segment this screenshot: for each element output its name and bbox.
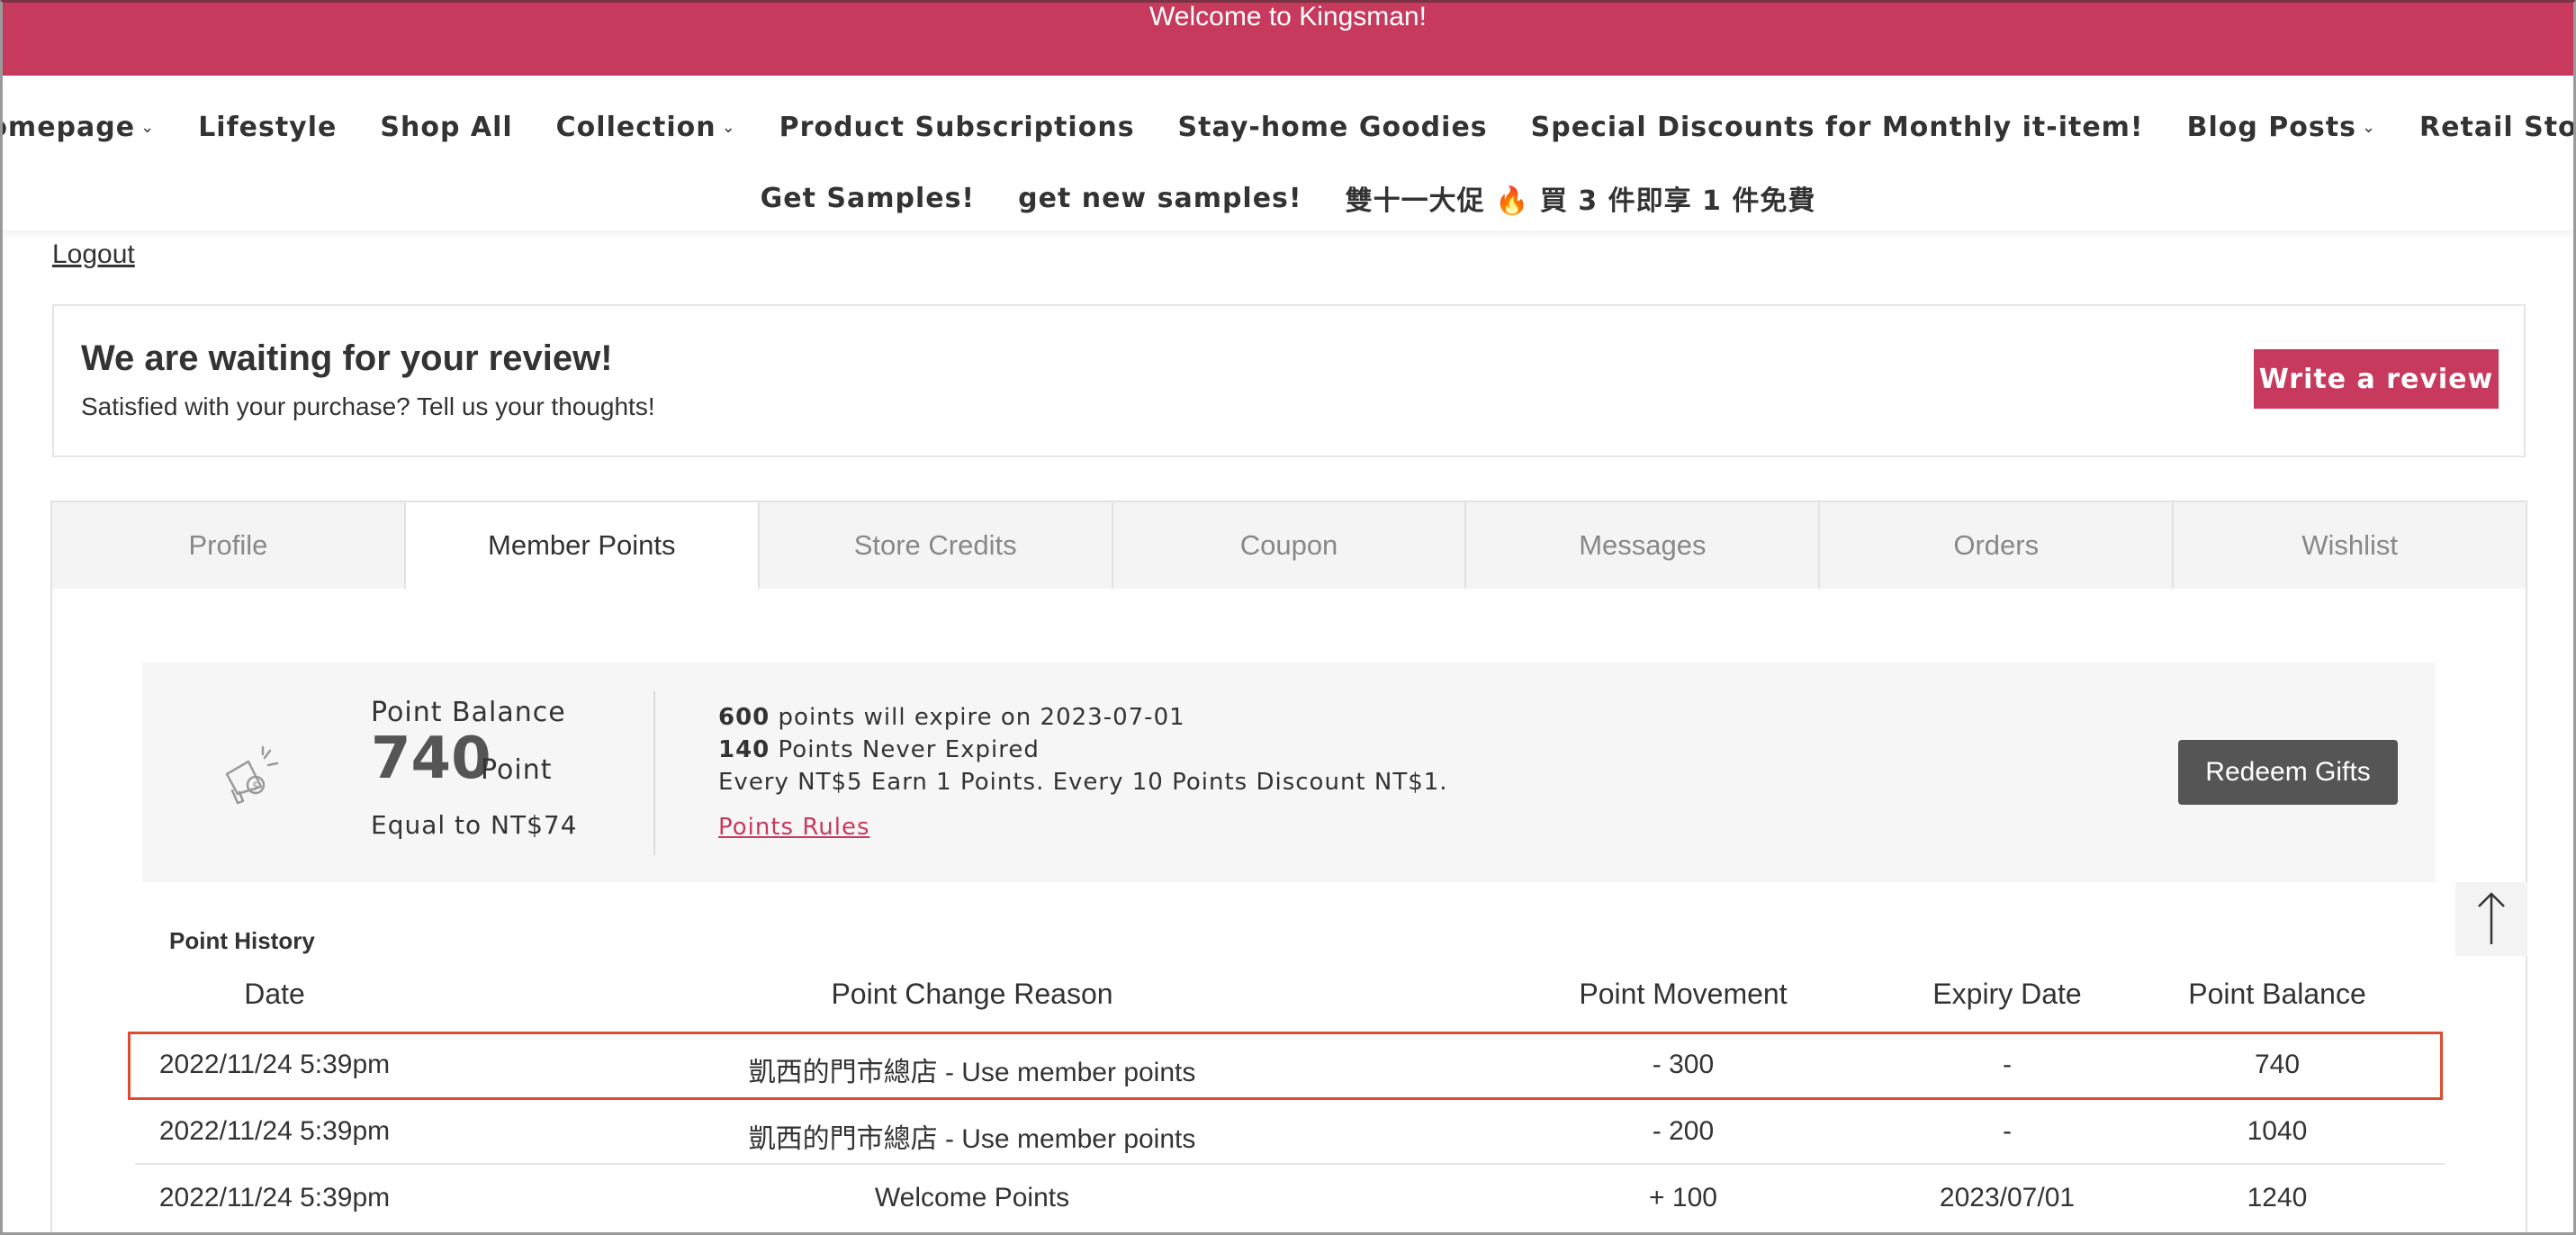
nav-item-label: 雙十一大促 🔥 買 3 件即享 1 件免費 — [1345, 185, 1816, 217]
point-equivalent: Equal to NT$74 — [371, 810, 578, 840]
cell-movement: + 100 — [1649, 1183, 1717, 1212]
back-to-top-button[interactable] — [2455, 882, 2527, 956]
nav-item-get-samples[interactable]: Get Samples! — [761, 178, 976, 218]
nav-item-label: Retail Store — [2419, 112, 2576, 143]
main-navigation: Homepage⌄ Lifestyle Shop All Collection⌄… — [0, 76, 2576, 230]
expiring-points-line: 600 points will expire on 2023-07-01 — [718, 704, 1185, 731]
header-expiry: Expiry Date — [1932, 978, 2082, 1010]
table-row: 2022/11/24 5:39pm Welcome Points + 100 2… — [135, 1167, 2445, 1231]
megaphone-icon: $ — [225, 745, 279, 805]
nav-item-label: Product Subscriptions — [779, 112, 1135, 143]
redeem-gifts-button[interactable]: Redeem Gifts — [2178, 740, 2398, 805]
tab-messages[interactable]: Messages — [1466, 502, 1821, 589]
point-balance-card: $ Point Balance 740 Point Equal to NT$74… — [142, 663, 2436, 882]
nav-item-product-subscriptions[interactable]: Product Subscriptions — [779, 112, 1135, 143]
points-rules-link[interactable]: Points Rules — [718, 814, 870, 841]
cell-expiry: - — [2003, 1050, 2012, 1079]
earn-rule-text: Every NT$5 Earn 1 Points. Every 10 Point… — [718, 769, 1448, 796]
cell-expiry: 2023/07/01 — [1939, 1183, 2076, 1212]
logout-link[interactable]: Logout — [52, 239, 135, 270]
nav-row-primary: Homepage⌄ Lifestyle Shop All Collection⌄… — [0, 112, 2576, 143]
chevron-down-icon: ⌄ — [2361, 118, 2377, 137]
chevron-down-icon: ⌄ — [140, 118, 156, 137]
cell-reason: Welcome Points — [874, 1183, 1070, 1212]
write-review-button[interactable]: Write a review — [2254, 349, 2499, 409]
history-table-header: Date Point Change Reason Point Movement … — [135, 978, 2445, 1019]
tab-store-credits[interactable]: Store Credits — [760, 502, 1113, 589]
tab-member-points[interactable]: Member Points — [405, 502, 760, 590]
nav-item-collection[interactable]: Collection ⌄ — [556, 112, 736, 143]
announcement-bar: Welcome to Kingsman! — [0, 0, 2576, 76]
nav-item-homepage[interactable]: Homepage⌄ — [0, 112, 155, 143]
nav-item-retail-store[interactable]: Retail Store — [2419, 112, 2576, 143]
chevron-down-icon: ⌄ — [721, 118, 736, 137]
nav-item-stay-home-goodies[interactable]: Stay-home Goodies — [1178, 112, 1488, 143]
tab-orders[interactable]: Orders — [1820, 502, 2175, 589]
nav-item-blog-posts[interactable]: Blog Posts ⌄ — [2187, 112, 2376, 143]
arrow-up-icon — [2478, 892, 2505, 944]
cell-date: 2022/11/24 5:39pm — [158, 1050, 391, 1079]
cell-expiry: - — [2003, 1116, 2012, 1146]
header-balance: Point Balance — [2188, 978, 2366, 1010]
cell-balance: 1040 — [2247, 1116, 2308, 1146]
nav-item-label: get new samples! — [1018, 182, 1302, 214]
nav-item-label: Lifestyle — [198, 112, 338, 143]
nav-item-shop-all[interactable]: Shop All — [380, 112, 512, 143]
header-movement: Point Movement — [1579, 978, 1788, 1010]
expiring-points-count: 600 — [718, 704, 770, 731]
never-expired-count: 140 — [718, 736, 770, 763]
tab-wishlist[interactable]: Wishlist — [2174, 502, 2526, 589]
expiring-points-text: points will expire on 2023-07-01 — [770, 704, 1185, 731]
tab-coupon[interactable]: Coupon — [1113, 502, 1467, 589]
table-row: 2022/11/24 5:39pm 凱西的門市總店 - Use member p… — [135, 1033, 2445, 1098]
point-balance-label: Point Balance — [371, 697, 566, 728]
nav-item-get-new-samples[interactable]: get new samples! — [1018, 178, 1302, 218]
nav-item-label: Special Discounts for Monthly it-item! — [1530, 112, 2144, 143]
tab-profile[interactable]: Profile — [52, 502, 406, 589]
nav-item-double-eleven-promo[interactable]: 雙十一大促 🔥 買 3 件即享 1 件免費 — [1346, 178, 1816, 218]
cell-date: 2022/11/24 5:39pm — [158, 1183, 391, 1212]
nav-row-secondary: Get Samples! get new samples! 雙十一大促 🔥 買 … — [0, 178, 2576, 218]
never-expired-text: Points Never Expired — [770, 736, 1040, 763]
review-subtitle: Satisfied with your purchase? Tell us yo… — [81, 392, 655, 420]
account-tabs: Profile Member Points Store Credits Coup… — [50, 500, 2527, 590]
announcement-text: Welcome to Kingsman! — [1149, 2, 1427, 32]
table-row: 2022/11/24 5:39pm 凱西的門市總店 - Use member p… — [135, 1100, 2445, 1165]
cell-reason: 凱西的門市總店 - Use member points — [748, 1124, 1196, 1154]
point-balance-value: 740 — [371, 726, 491, 792]
cell-balance: 740 — [2254, 1050, 2301, 1079]
nav-item-label: Blog Posts — [2186, 112, 2356, 143]
cell-movement: - 200 — [1652, 1116, 1715, 1146]
point-history-title: Point History — [169, 927, 315, 954]
header-reason: Point Change Reason — [831, 978, 1113, 1010]
point-unit: Point — [481, 754, 553, 786]
header-date: Date — [244, 978, 305, 1010]
nav-item-label: Shop All — [380, 112, 513, 143]
nav-item-lifestyle[interactable]: Lifestyle — [198, 112, 337, 143]
divider — [653, 691, 655, 855]
cell-date: 2022/11/24 5:39pm — [158, 1116, 391, 1146]
nav-item-label: Homepage — [0, 112, 136, 143]
nav-item-special-discounts[interactable]: Special Discounts for Monthly it-item! — [1531, 112, 2144, 143]
review-banner: We are waiting for your review! Satisfie… — [52, 304, 2526, 457]
cell-movement: - 300 — [1652, 1050, 1715, 1079]
svg-text:$: $ — [252, 780, 259, 792]
cell-reason: 凱西的門市總店 - Use member points — [748, 1058, 1196, 1087]
never-expired-line: 140 Points Never Expired — [718, 736, 1040, 763]
cell-balance: 1240 — [2247, 1183, 2308, 1212]
nav-item-label: Collection — [555, 112, 716, 143]
nav-item-label: Get Samples! — [760, 182, 976, 214]
review-title: We are waiting for your review! — [81, 338, 613, 378]
nav-item-label: Stay-home Goodies — [1177, 112, 1488, 143]
